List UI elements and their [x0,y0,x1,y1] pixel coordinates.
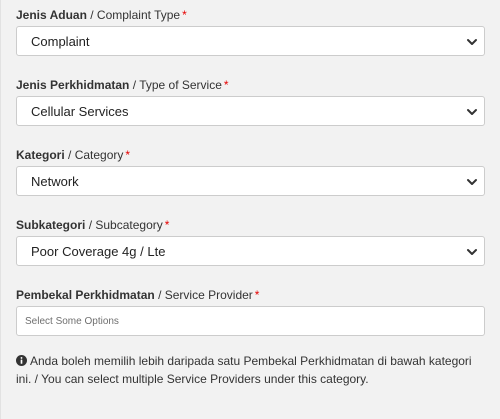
info-circle-icon [16,355,27,366]
subcategory-label-en: Subcategory [95,218,163,232]
chevron-down-icon [467,249,477,255]
subcategory-select[interactable]: Poor Coverage 4g / Lte [16,236,485,266]
complaint-form: Jenis Aduan / Complaint Type * Complaint … [0,0,500,419]
subcategory-label-separator: / [85,218,96,232]
complaint-type-label-separator: / [86,8,97,22]
service-type-field: Jenis Perkhidmatan / Type of Service * Ce… [16,78,485,126]
complaint-type-label: Jenis Aduan / Complaint Type * [16,8,485,22]
service-provider-placeholder: Select Some Options [25,316,119,327]
required-marker: * [182,8,187,22]
service-provider-label-en: Service Provider [164,288,253,302]
service-provider-label: Pembekal Perkhidmatan / Service Provider… [16,288,485,302]
complaint-type-field: Jenis Aduan / Complaint Type * Complaint [16,8,485,56]
required-marker: * [223,78,229,92]
service-type-select[interactable]: Cellular Services [16,96,485,126]
complaint-type-selected-value: Complaint [31,34,90,49]
chevron-down-icon [467,39,477,45]
service-type-label: Jenis Perkhidmatan / Type of Service * [16,78,485,92]
help-note-text: Anda boleh memilih lebih daripada satu P… [16,354,472,386]
subcategory-label: Subkategori / Subcategory * [16,218,485,232]
service-provider-label-separator: / [154,288,165,302]
service-type-label-en: Type of Service [139,78,222,92]
required-marker: * [164,218,170,232]
category-select[interactable]: Network [16,166,485,196]
category-label-separator: / [64,148,75,162]
subcategory-field: Subkategori / Subcategory * Poor Coverage… [16,218,485,266]
category-label: Kategori / Category * [16,148,485,162]
category-label-en: Category [74,148,124,162]
service-provider-label-ms: Pembekal Perkhidmatan [16,288,155,302]
category-selected-value: Network [31,174,79,189]
service-type-selected-value: Cellular Services [31,104,129,119]
service-provider-field: Pembekal Perkhidmatan / Service Provider… [16,288,485,336]
complaint-type-select[interactable]: Complaint [16,26,485,56]
chevron-down-icon [467,179,477,185]
complaint-type-label-en: Complaint Type [96,8,181,22]
service-provider-help-note: Anda boleh memilih lebih daripada satu P… [16,352,486,388]
required-marker: * [125,148,131,162]
complaint-type-label-ms: Jenis Aduan [16,8,87,22]
subcategory-label-ms: Subkategori [16,218,86,232]
service-type-label-ms: Jenis Perkhidmatan [16,78,130,92]
subcategory-selected-value: Poor Coverage 4g / Lte [31,244,166,259]
service-provider-multiselect[interactable]: Select Some Options [16,306,485,336]
required-marker: * [254,288,260,302]
category-field: Kategori / Category * Network [16,148,485,196]
service-type-label-separator: / [129,78,140,92]
chevron-down-icon [467,109,477,115]
category-label-ms: Kategori [16,148,65,162]
